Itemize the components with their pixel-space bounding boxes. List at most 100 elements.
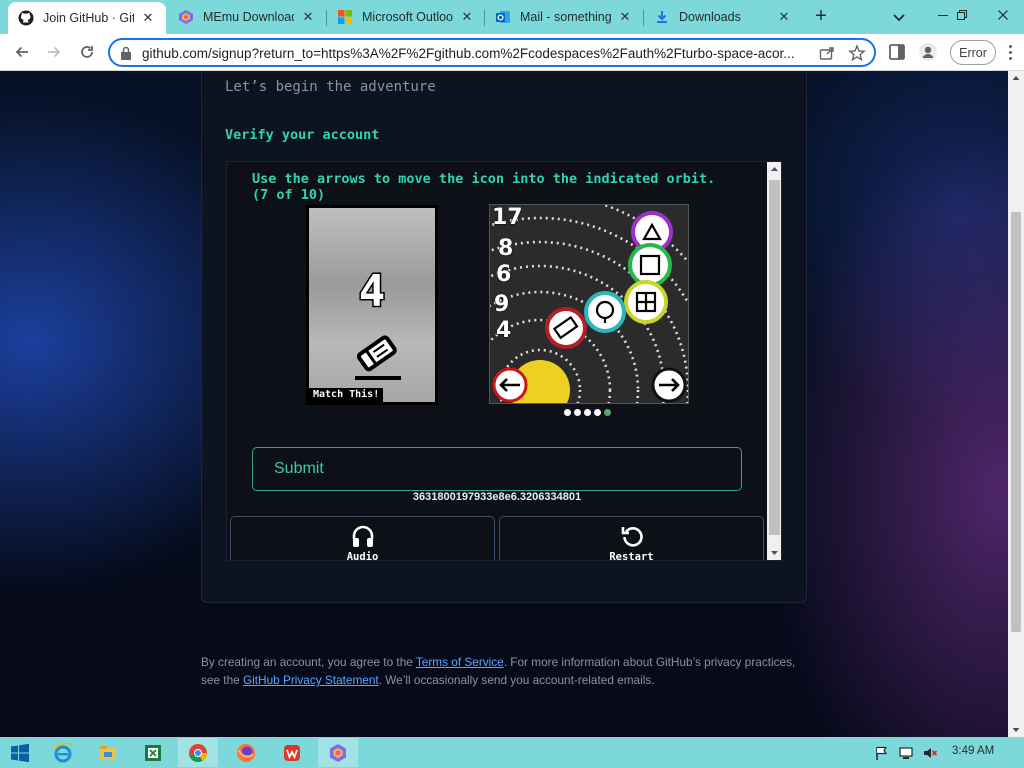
ie-icon: [54, 742, 73, 762]
taskbar-chrome[interactable]: [178, 738, 218, 767]
url-text[interactable]: github.com/signup?return_to=https%3A%2F%…: [142, 46, 810, 61]
reload-button[interactable]: [75, 40, 99, 64]
network-icon[interactable]: [898, 745, 914, 761]
restart-challenge-button[interactable]: Restart: [499, 516, 764, 560]
close-tab-icon[interactable]: ✕: [776, 9, 792, 25]
audio-label: Audio: [346, 551, 379, 561]
memu-icon: [178, 9, 194, 25]
close-tab-icon[interactable]: ✕: [459, 9, 475, 25]
scroll-up-arrow-icon[interactable]: [1008, 71, 1024, 85]
progress-dot: [564, 409, 571, 416]
wps-icon: [284, 744, 300, 761]
orbit-number-9: 9: [494, 292, 509, 317]
taskbar-memu[interactable]: [318, 738, 358, 767]
progress-dot: [584, 409, 591, 416]
taskbar-excel[interactable]: [133, 738, 173, 767]
close-tab-icon[interactable]: ✕: [617, 9, 633, 25]
eraser-icon: [355, 335, 401, 380]
captcha-scrollbar[interactable]: [767, 162, 782, 560]
side-panel-icon[interactable]: [887, 42, 907, 62]
outlook-icon: [495, 9, 511, 25]
address-bar[interactable]: github.com/signup?return_to=https%3A%2F%…: [108, 38, 876, 67]
legal-text-prefix: By creating an account, you agree to the: [201, 655, 416, 669]
tab-downloads[interactable]: Downloads ✕: [644, 0, 802, 34]
page-scrollbar[interactable]: [1008, 71, 1024, 737]
more-options-icon[interactable]: [1003, 42, 1017, 62]
privacy-statement-link[interactable]: GitHub Privacy Statement: [243, 673, 379, 687]
orbit-number-6: 6: [496, 262, 511, 287]
captcha-progress-dots: [564, 409, 611, 416]
audio-challenge-button[interactable]: Audio: [230, 516, 495, 561]
windows-taskbar: 3:49 AM: [0, 737, 1024, 768]
new-tab-button[interactable]: +: [810, 6, 832, 28]
tab-search-chevron-icon[interactable]: [890, 8, 908, 26]
tab-microsoft-outlook[interactable]: Microsoft Outlook ✕: [327, 0, 485, 34]
legal-text-suffix: . We’ll occasionally send you account-re…: [378, 673, 655, 687]
captcha-reference-image: 4 Match This!: [306, 205, 438, 405]
tab-title: Join GitHub · GitHub: [43, 11, 134, 25]
forward-button[interactable]: [42, 40, 66, 64]
back-button[interactable]: [10, 40, 34, 64]
rotate-left-arrow-button[interactable]: [492, 368, 528, 403]
taskbar-firefox[interactable]: [226, 738, 266, 767]
rotate-right-arrow-button[interactable]: [651, 368, 687, 403]
browser-toolbar: github.com/signup?return_to=https%3A%2F%…: [0, 34, 1024, 71]
close-tab-icon[interactable]: ✕: [140, 10, 156, 26]
chrome-icon: [189, 743, 207, 762]
windows-logo-icon: [11, 743, 29, 762]
restore-window-button[interactable]: [943, 0, 981, 30]
taskbar-clock[interactable]: 3:49 AM: [952, 745, 994, 757]
verify-account-heading: Verify your account: [225, 127, 380, 143]
arrow-right-icon: [48, 46, 61, 58]
terms-of-service-link[interactable]: Terms of Service: [416, 655, 504, 669]
captcha-instructions: Use the arrows to move the icon into the…: [252, 171, 716, 203]
orbit-number-4: 4: [496, 318, 511, 343]
close-tab-icon[interactable]: ✕: [300, 9, 316, 25]
profile-avatar-icon[interactable]: [918, 42, 938, 62]
firefox-icon: [237, 743, 255, 762]
tab-mail[interactable]: Mail - something ✕: [485, 0, 643, 34]
scroll-down-arrow-icon[interactable]: [767, 546, 782, 560]
taskbar-file-explorer[interactable]: [88, 738, 128, 767]
reload-icon: [81, 46, 93, 58]
reference-orbit-number: 4: [357, 265, 387, 319]
scroll-down-arrow-icon[interactable]: [1008, 723, 1024, 737]
tab-join-github[interactable]: Join GitHub · GitHub ✕: [8, 2, 166, 34]
scroll-up-arrow-icon[interactable]: [767, 162, 782, 176]
tab-title: MEmu Download: [203, 10, 294, 24]
file-explorer-icon: [100, 745, 116, 760]
tab-title: Mail - something: [520, 10, 611, 24]
download-icon: [654, 9, 670, 25]
share-icon[interactable]: [818, 44, 836, 62]
headphones-icon: [352, 525, 373, 547]
memu-icon: [330, 743, 346, 762]
signup-tagline: Let’s begin the adventure: [225, 79, 436, 95]
page-scrollbar-thumb[interactable]: [1011, 212, 1021, 632]
arrow-left-icon: [15, 46, 28, 58]
match-this-label: Match This!: [309, 388, 383, 402]
tab-title: Microsoft Outlook: [362, 10, 453, 24]
close-window-button[interactable]: [984, 0, 1022, 30]
captcha-submit-button[interactable]: Submit: [252, 447, 742, 491]
volume-muted-icon[interactable]: [922, 745, 938, 761]
captcha-session-token: 3631800197933e8e6.3206334801: [412, 491, 582, 503]
bookmark-star-icon[interactable]: [848, 44, 866, 62]
orbit-number-8: 8: [498, 236, 513, 261]
taskbar-wps[interactable]: [272, 738, 312, 767]
progress-dot: [594, 409, 601, 416]
error-status-button[interactable]: Error: [950, 40, 996, 65]
browser-tab-strip: Join GitHub · GitHub ✕ MEmu Download ✕ M…: [0, 0, 1024, 34]
start-button[interactable]: [0, 738, 40, 767]
action-center-flag-icon[interactable]: [874, 745, 890, 761]
captcha-scrollbar-thumb[interactable]: [769, 180, 780, 535]
tab-memu-download[interactable]: MEmu Download ✕: [168, 0, 326, 34]
legal-notice: By creating an account, you agree to the…: [201, 653, 811, 689]
orbit-number-17: 17: [492, 205, 523, 230]
github-icon: [18, 10, 34, 26]
taskbar-ie[interactable]: [43, 738, 83, 767]
microsoft-icon: [337, 9, 353, 25]
captcha-frame: Use the arrows to move the icon into the…: [226, 161, 782, 561]
page-viewport: Let’s begin the adventure Verify your ac…: [0, 71, 1024, 737]
captcha-orbit-puzzle: 17 8 6 9 4: [489, 204, 689, 404]
lock-icon[interactable]: [119, 45, 133, 61]
